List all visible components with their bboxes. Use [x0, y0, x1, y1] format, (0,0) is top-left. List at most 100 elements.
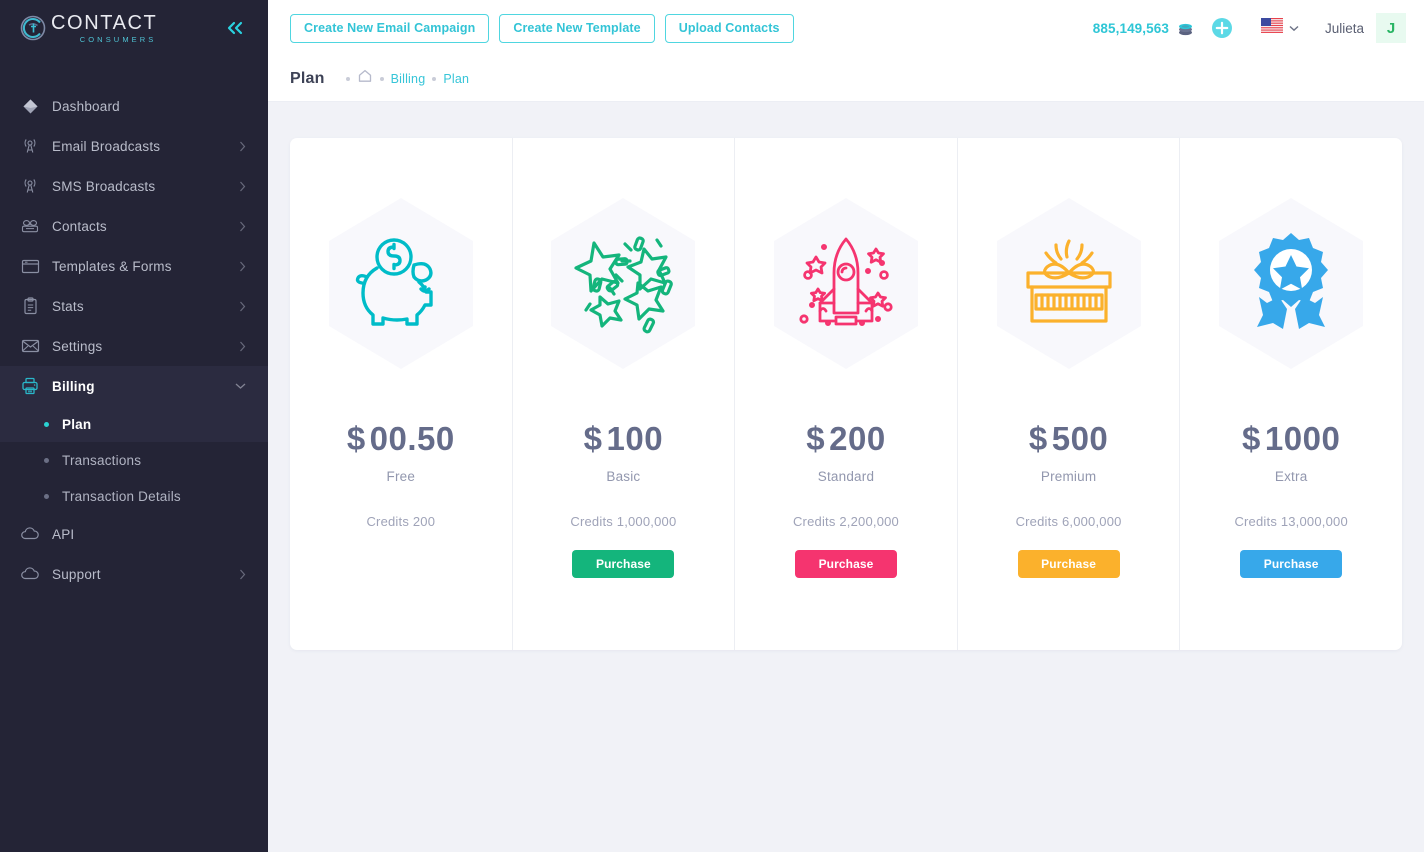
language-selector[interactable] — [1260, 18, 1299, 38]
envelope-icon — [17, 339, 43, 353]
sidebar-item-email-broadcasts[interactable]: Email Broadcasts — [0, 126, 268, 166]
sidebar-item-stats[interactable]: Stats — [0, 286, 268, 326]
plan-icon-wrap — [1191, 178, 1391, 388]
plan-price: $100 — [584, 420, 663, 458]
plans-panel: $00.50 Free Credits 200 $ 100 Basic Cred… — [290, 138, 1402, 650]
plan-currency: $ — [806, 420, 826, 457]
contact-consumers-logo-icon — [20, 15, 46, 41]
chevron-right-icon — [239, 141, 246, 152]
sidebar-header: CONTACT CONSUMERS — [0, 0, 268, 56]
double-chevron-left-icon[interactable] — [224, 20, 246, 36]
sidebar-item-label: Contacts — [52, 218, 107, 234]
breadcrumb: Billing Plan — [339, 69, 470, 88]
upload-contacts-button[interactable]: Upload Contacts — [664, 13, 794, 43]
sidebar-item-billing[interactable]: Billing — [0, 366, 268, 406]
home-icon[interactable] — [357, 69, 373, 88]
telephone-icon — [17, 218, 43, 234]
plan-price: $1000 — [1242, 420, 1340, 458]
plan-name: Standard — [817, 469, 875, 484]
purchase-button-basic[interactable]: Purchase — [572, 550, 675, 578]
chevron-down-icon — [1289, 19, 1299, 37]
topbar-actions: Create New Email Campaign Create New Tem… — [290, 13, 794, 43]
clipboard-icon — [17, 297, 43, 315]
broadcast-tower-icon — [17, 137, 43, 155]
chevron-down-icon — [235, 382, 246, 390]
sidebar-nav: Dashboard Email Broadcasts SMS Broadcast… — [0, 86, 268, 594]
purchase-button-premium[interactable]: Purchase — [1017, 550, 1120, 578]
add-credits-button[interactable] — [1211, 17, 1233, 39]
sidebar-item-api[interactable]: API — [0, 514, 268, 554]
breadcrumb-link-plan[interactable]: Plan — [443, 72, 469, 86]
plan-name: Free — [386, 469, 416, 484]
content-area: $00.50 Free Credits 200 $ 100 Basic Cred… — [268, 102, 1424, 852]
sidebar-subitem-label: Transaction Details — [62, 488, 181, 504]
plan-icon-wrap — [746, 178, 946, 388]
breadcrumb-separator — [432, 76, 437, 81]
purchase-button-extra[interactable]: Purchase — [1240, 550, 1343, 578]
user-name-label: Julieta — [1324, 20, 1364, 36]
plan-name: Extra — [1274, 469, 1308, 484]
credits-balance: 885,149,563 — [1092, 20, 1169, 36]
sidebar-item-settings[interactable]: Settings — [0, 326, 268, 366]
sidebar-subitem-transactions[interactable]: Transactions — [0, 442, 268, 478]
plan-card-free: $00.50 Free Credits 200 — [290, 138, 513, 650]
award-badge-icon — [1241, 231, 1341, 335]
cloud-icon — [17, 527, 43, 541]
coins-icon — [1176, 20, 1195, 37]
logo-title: CONTACT — [51, 11, 158, 34]
confetti-stars-icon — [570, 231, 676, 335]
sidebar-subitem-transaction-details[interactable]: Transaction Details — [0, 478, 268, 514]
chevron-right-icon — [239, 181, 246, 192]
plan-currency: $ — [1028, 420, 1048, 457]
window-icon — [17, 259, 43, 274]
us-flag-icon — [1260, 18, 1283, 38]
chevron-right-icon — [239, 569, 246, 580]
plan-currency: $ — [346, 420, 366, 457]
sidebar-subitem-plan[interactable]: Plan — [0, 406, 268, 442]
sidebar-subitem-label: Plan — [62, 416, 92, 432]
printer-icon — [17, 377, 43, 395]
plan-card-basic: $100 Basic Credits 1,000,000 Purchase — [513, 138, 736, 650]
logo-subtitle: CONSUMERS — [79, 34, 157, 44]
plan-credits: Credits 1,000,000 — [570, 514, 677, 529]
plan-price: $00.50 — [347, 420, 455, 458]
sidebar-item-templates-forms[interactable]: Templates & Forms — [0, 246, 268, 286]
plan-name: Basic — [606, 469, 641, 484]
sidebar-item-label: API — [52, 526, 75, 542]
plan-amount: 00.50 — [369, 420, 455, 457]
sidebar-item-sms-broadcasts[interactable]: SMS Broadcasts — [0, 166, 268, 206]
chevron-right-icon — [239, 261, 246, 272]
plan-price: $500 — [1029, 420, 1108, 458]
sidebar-item-label: Billing — [52, 378, 95, 394]
page-title: Plan — [290, 69, 325, 87]
app-logo[interactable]: CONTACT CONSUMERS — [20, 13, 157, 44]
plan-card-premium: $500 Premium Credits 6,000,000 Purchase — [958, 138, 1181, 650]
sidebar-item-contacts[interactable]: Contacts — [0, 206, 268, 246]
plan-card-standard: $200 Standard Credits 2,200,000 Purchase — [735, 138, 958, 650]
sidebar-subitem-label: Transactions — [62, 452, 142, 468]
sidebar: CONTACT CONSUMERS Dashboard Email Broadc… — [0, 0, 268, 852]
topbar-right: 885,149,563 Julieta J — [1093, 13, 1406, 43]
cloud-icon — [17, 567, 43, 581]
logo-text-block: CONTACT CONSUMERS — [51, 13, 157, 44]
sidebar-item-label: Settings — [52, 338, 103, 354]
plan-currency: $ — [583, 420, 603, 457]
purchase-button-standard[interactable]: Purchase — [794, 550, 897, 578]
main-area: Create New Email Campaign Create New Tem… — [268, 0, 1424, 852]
sidebar-item-dashboard[interactable]: Dashboard — [0, 86, 268, 126]
broadcast-tower-icon — [17, 177, 43, 195]
plan-currency: $ — [1242, 420, 1261, 457]
bullet-dot-icon — [44, 493, 49, 499]
sidebar-item-label: SMS Broadcasts — [52, 178, 156, 194]
create-new-template-button[interactable]: Create New Template — [499, 13, 655, 43]
plan-price: $200 — [806, 420, 885, 458]
avatar[interactable]: J — [1376, 13, 1406, 43]
app-root: CONTACT CONSUMERS Dashboard Email Broadc… — [0, 0, 1424, 852]
plan-amount: 100 — [606, 420, 664, 457]
gift-box-icon — [1014, 233, 1124, 333]
breadcrumb-link-billing[interactable]: Billing — [391, 72, 426, 86]
create-new-email-campaign-button[interactable]: Create New Email Campaign — [290, 13, 490, 43]
plan-credits: Credits 200 — [366, 514, 436, 529]
sidebar-item-support[interactable]: Support — [0, 554, 268, 594]
plan-amount: 1000 — [1264, 420, 1341, 457]
